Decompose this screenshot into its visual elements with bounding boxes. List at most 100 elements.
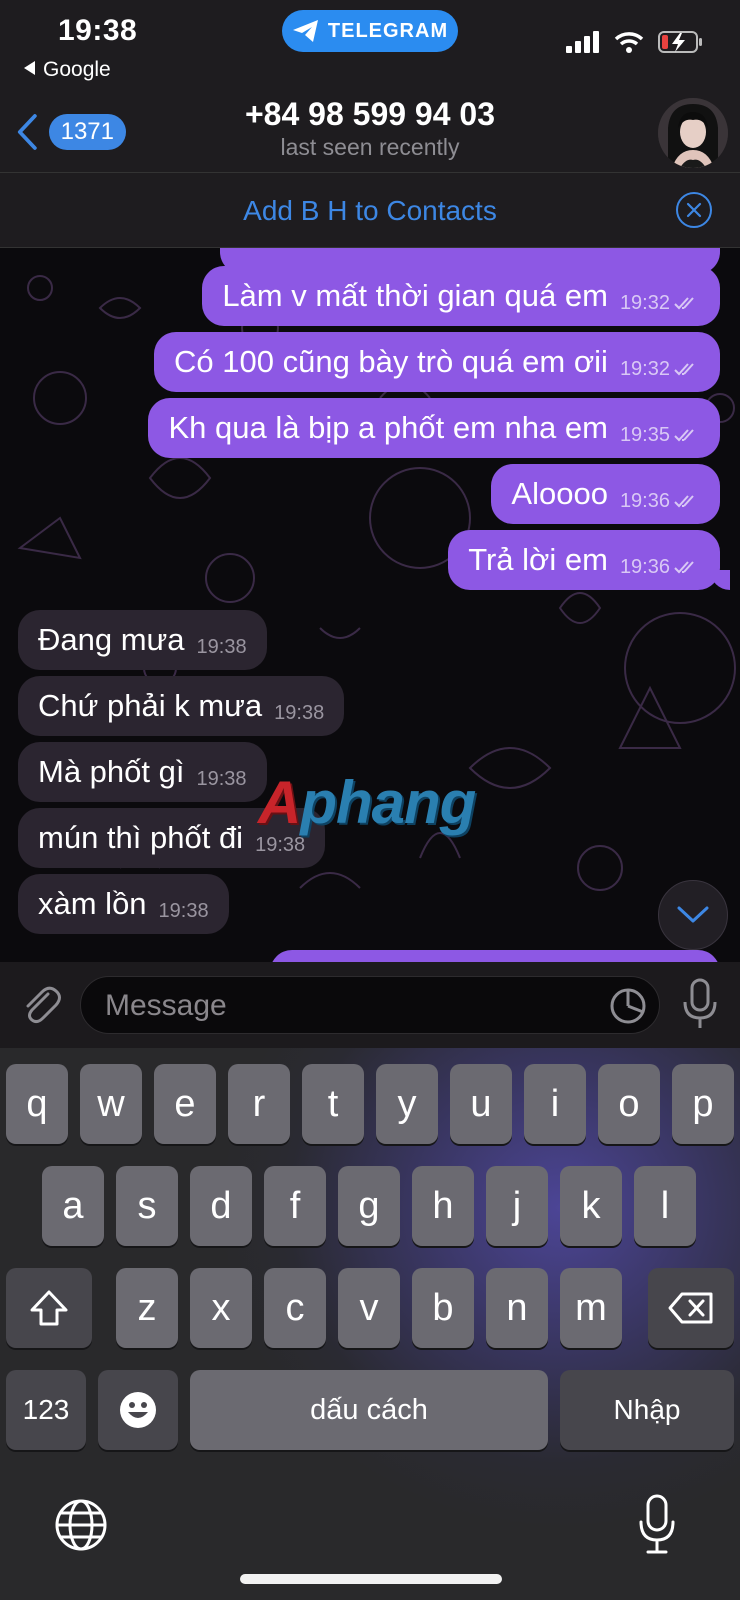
key-b[interactable]: b xyxy=(412,1268,474,1348)
dictation-microphone-icon[interactable] xyxy=(638,1494,676,1556)
key-g[interactable]: g xyxy=(338,1166,400,1246)
message-bubble-outgoing[interactable]: Làm v mất thời gian quá em 19:32 xyxy=(202,266,720,326)
message-bubble-incoming[interactable]: Đang mưa 19:38 xyxy=(18,610,267,670)
message-time: 19:36 xyxy=(619,489,670,512)
key-h[interactable]: h xyxy=(412,1166,474,1246)
last-seen-status: last seen recently xyxy=(280,134,460,160)
message-bubble-incoming[interactable]: Chứ phải k mưa 19:38 xyxy=(18,676,345,736)
message-text: Chứ phải k mưa xyxy=(38,688,263,723)
key-s[interactable]: s xyxy=(116,1166,178,1246)
key-d[interactable]: d xyxy=(190,1166,252,1246)
message-time: 19:35 xyxy=(619,423,670,446)
unread-count-badge: 1371 xyxy=(48,114,126,150)
telegram-plane-icon xyxy=(292,20,318,42)
message-text: Có 100 cũng bày trò quá em ơii xyxy=(174,344,608,379)
message-text: Đang mưa xyxy=(38,622,185,657)
key-e[interactable]: e xyxy=(154,1064,216,1144)
message-input[interactable] xyxy=(105,987,575,1025)
key-k[interactable]: k xyxy=(560,1166,622,1246)
message-bubble-outgoing[interactable]: Aloooo 19:36 xyxy=(491,464,720,524)
key-t[interactable]: t xyxy=(302,1064,364,1144)
message-text: xàm lồn xyxy=(38,886,147,921)
message-time: 19:38 xyxy=(274,701,325,724)
key-o[interactable]: o xyxy=(598,1064,660,1144)
key-p[interactable]: p xyxy=(672,1064,734,1144)
add-to-contacts-link[interactable]: Add B H to Contacts xyxy=(0,195,740,227)
key-z[interactable]: z xyxy=(116,1268,178,1348)
paperclip-icon[interactable] xyxy=(18,982,64,1028)
space-key[interactable]: dấu cách xyxy=(190,1370,548,1450)
back-to-app-link[interactable]: Google xyxy=(24,58,111,82)
emoji-key[interactable] xyxy=(98,1370,178,1450)
watermark-first-letter: A xyxy=(258,769,301,836)
message-bubble-clipped[interactable] xyxy=(270,950,720,962)
back-button[interactable]: 1371 xyxy=(16,110,126,154)
double-check-icon xyxy=(674,363,694,376)
message-text: Aloooo xyxy=(511,476,608,511)
status-icons xyxy=(566,30,704,54)
message-field[interactable] xyxy=(80,976,660,1034)
backspace-key[interactable] xyxy=(648,1268,734,1348)
message-text: mún thì phốt đi xyxy=(38,820,244,855)
message-text: Kh qua là bịp a phốt em nha em xyxy=(168,410,608,445)
backspace-icon xyxy=(668,1292,713,1324)
shift-icon xyxy=(30,1290,68,1326)
watermark-text: phang xyxy=(300,769,476,836)
message-bubble-outgoing[interactable]: Kh qua là bịp a phốt em nha em 19:35 xyxy=(148,398,720,458)
key-n[interactable]: n xyxy=(486,1268,548,1348)
message-text: Làm v mất thời gian quá em xyxy=(222,278,608,313)
scroll-to-bottom-button[interactable] xyxy=(658,880,728,950)
double-check-icon xyxy=(674,297,694,310)
message-bubble-incoming[interactable]: Mà phốt gì 19:38 xyxy=(18,742,267,802)
message-text: Mà phốt gì xyxy=(38,754,185,789)
chat-title[interactable]: +84 98 599 94 03 xyxy=(170,96,570,133)
composer-bar xyxy=(0,962,740,1048)
battery-charging-icon xyxy=(658,31,702,53)
key-a[interactable]: a xyxy=(42,1166,104,1246)
key-x[interactable]: x xyxy=(190,1268,252,1348)
key-y[interactable]: y xyxy=(376,1064,438,1144)
back-chevron-icon xyxy=(17,114,37,150)
avatar[interactable] xyxy=(658,98,728,168)
avatar-photo xyxy=(658,98,728,168)
key-w[interactable]: w xyxy=(80,1064,142,1144)
key-m[interactable]: m xyxy=(560,1268,622,1348)
key-j[interactable]: j xyxy=(486,1166,548,1246)
wifi-icon xyxy=(614,32,644,53)
key-i[interactable]: i xyxy=(524,1064,586,1144)
back-app-label: Google xyxy=(43,58,111,81)
telegram-pill[interactable]: TELEGRAM xyxy=(282,10,458,52)
double-check-icon xyxy=(674,429,694,442)
sticker-icon[interactable] xyxy=(609,987,647,1025)
key-u[interactable]: u xyxy=(450,1064,512,1144)
close-icon xyxy=(686,202,702,218)
key-l[interactable]: l xyxy=(634,1166,696,1246)
add-contact-bar: Add B H to Contacts xyxy=(0,172,740,248)
message-time: 19:38 xyxy=(196,767,247,790)
message-bubble-outgoing[interactable]: Trả lời em 19:36 xyxy=(448,530,720,590)
key-q[interactable]: q xyxy=(6,1064,68,1144)
shift-key[interactable] xyxy=(6,1268,92,1348)
chevron-down-icon xyxy=(677,906,709,923)
message-bubble-incoming[interactable]: xàm lồn 19:38 xyxy=(18,874,229,934)
signal-icon xyxy=(566,31,599,53)
message-time: 19:38 xyxy=(196,635,247,658)
key-r[interactable]: r xyxy=(228,1064,290,1144)
globe-icon[interactable] xyxy=(54,1498,108,1552)
telegram-pill-label: TELEGRAM xyxy=(327,19,449,42)
home-indicator[interactable] xyxy=(240,1574,502,1584)
close-add-bar-button[interactable] xyxy=(676,192,712,228)
message-time: 19:38 xyxy=(158,899,209,922)
message-time: 19:32 xyxy=(619,357,670,380)
chat-history[interactable]: Làm v mất thời gian quá em 19:32 Có 100 … xyxy=(0,248,740,962)
key-c[interactable]: c xyxy=(264,1268,326,1348)
return-key[interactable]: Nhập xyxy=(560,1370,734,1450)
numbers-key[interactable]: 123 xyxy=(6,1370,86,1450)
top-bar: 19:38 Google TELEGRAM 1371 +84 98 599 94… xyxy=(0,0,740,248)
microphone-icon[interactable] xyxy=(680,978,720,1030)
key-f[interactable]: f xyxy=(264,1166,326,1246)
emoji-icon xyxy=(120,1392,156,1428)
message-bubble-outgoing[interactable]: Có 100 cũng bày trò quá em ơii 19:32 xyxy=(154,332,720,392)
key-v[interactable]: v xyxy=(338,1268,400,1348)
back-triangle-icon xyxy=(24,61,35,75)
